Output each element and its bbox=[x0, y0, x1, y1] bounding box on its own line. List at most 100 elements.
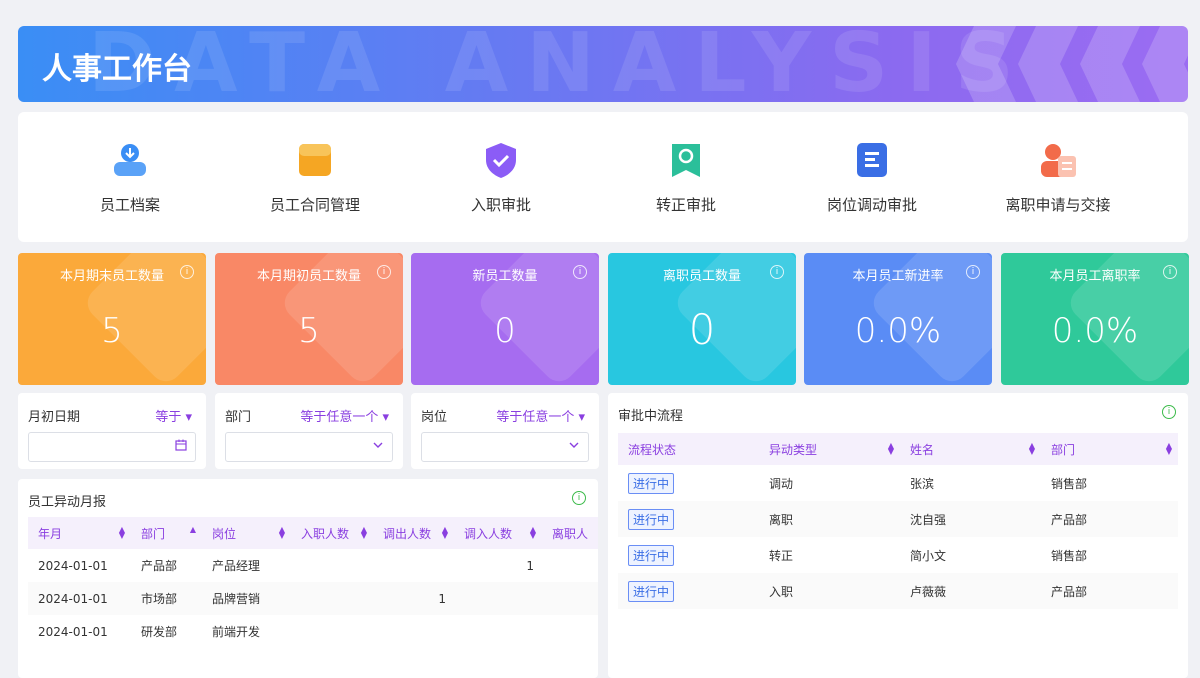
table-cell: 调动 bbox=[759, 465, 900, 501]
contract-icon bbox=[295, 140, 335, 180]
table-row[interactable]: 进行中 调动 张滨 销售部 bbox=[618, 465, 1178, 501]
table-row[interactable]: 进行中 入职 卢薇薇 产品部 bbox=[618, 573, 1178, 609]
quick-action-label: 员工档案 bbox=[99, 196, 160, 214]
page-title: 人事工作台 bbox=[42, 52, 192, 87]
info-icon[interactable]: i bbox=[573, 265, 587, 279]
quick-action-contract[interactable]: 员工合同管理 bbox=[225, 140, 405, 215]
employee-file-icon bbox=[110, 140, 150, 180]
sort-ascending-icon[interactable]: ▲ bbox=[190, 526, 196, 534]
info-icon[interactable]: i bbox=[770, 265, 784, 279]
status-badge: 进行中 bbox=[628, 508, 675, 530]
table-cell bbox=[291, 549, 373, 582]
stat-card-end-headcount: 本月期末员工数量 i 5 bbox=[18, 253, 206, 385]
stat-card-turnover-rate: 本月员工离职率 i 0.0% bbox=[1001, 253, 1189, 385]
stat-label: 新员工数量 bbox=[472, 269, 538, 284]
info-icon[interactable]: i bbox=[1162, 405, 1176, 419]
table-cell: 张滨 bbox=[900, 465, 1041, 501]
table-cell: 产品经理 bbox=[202, 549, 291, 582]
table-cell: 产品部 bbox=[1041, 501, 1178, 537]
table-cell: 进行中 bbox=[618, 465, 759, 501]
column-header[interactable]: 离职人 bbox=[542, 517, 598, 549]
position-select[interactable] bbox=[421, 432, 589, 462]
column-header[interactable]: 调出人数 ▲ ▼ bbox=[373, 517, 454, 549]
table-cell: 销售部 bbox=[1041, 465, 1178, 501]
stat-card-resigned-employees: 离职员工数量 i 0 bbox=[608, 253, 796, 385]
panel-title: 审批中流程 bbox=[618, 409, 684, 424]
table-cell: 沈自强 bbox=[900, 501, 1041, 537]
filter-operator-dropdown[interactable]: 等于任意一个 ▾ bbox=[300, 406, 389, 425]
quick-action-transfer[interactable]: 岗位调动审批 bbox=[782, 140, 962, 215]
regularization-icon bbox=[666, 140, 706, 180]
sort-icon[interactable]: ▲ ▼ bbox=[1166, 442, 1172, 456]
info-icon[interactable]: i bbox=[377, 265, 391, 279]
quick-action-resignation[interactable]: 离职申请与交接 bbox=[968, 140, 1148, 215]
stat-value: 5 bbox=[298, 311, 320, 351]
transfer-doc-icon bbox=[852, 140, 892, 180]
info-icon[interactable]: i bbox=[572, 491, 586, 505]
table-cell bbox=[454, 582, 542, 615]
quick-actions-panel: 员工档案 员工合同管理 入职审批 转正审批 岗位调动审批 离职申请与交接 bbox=[18, 112, 1188, 242]
sort-icon[interactable]: ▲ ▼ bbox=[279, 526, 285, 540]
stat-card-new-hire-rate: 本月员工新进率 i 0.0% bbox=[804, 253, 992, 385]
approval-flow-panel: 审批中流程 i 流程状态 异动类型 ▲ ▼ 姓名 ▲ ▼ 部门 ▲ ▼ 进行中 调动 张滨 … bbox=[608, 393, 1188, 678]
filter-label: 岗位 bbox=[421, 410, 448, 425]
sort-icon[interactable]: ▲ ▼ bbox=[888, 442, 894, 456]
table-cell: 产品部 bbox=[131, 549, 202, 582]
filter-operator-dropdown[interactable]: 等于任意一个 ▾ bbox=[496, 406, 585, 425]
table-cell: 进行中 bbox=[618, 501, 759, 537]
column-header[interactable]: 岗位 ▲ ▼ bbox=[202, 517, 291, 549]
panel-title: 员工异动月报 bbox=[28, 495, 107, 510]
monthly-report-panel: 员工异动月报 i 年月 ▲ ▼ 部门 ▲ 岗位 ▲ ▼ 入职人数 ▲ ▼ 调出人数 ▲ ▼ 调入人… bbox=[18, 479, 598, 678]
column-header[interactable]: 年月 ▲ ▼ bbox=[28, 517, 131, 549]
filter-operator-dropdown[interactable]: 等于 ▾ bbox=[155, 406, 192, 425]
stat-label: 本月期末员工数量 bbox=[59, 269, 164, 284]
table-cell: 前端开发 bbox=[202, 615, 291, 648]
info-icon[interactable]: i bbox=[966, 265, 980, 279]
table-cell: 销售部 bbox=[1041, 537, 1178, 573]
quick-action-regularization[interactable]: 转正审批 bbox=[596, 140, 776, 215]
column-header[interactable]: 部门 ▲ bbox=[131, 517, 202, 549]
date-input[interactable] bbox=[28, 432, 196, 462]
filter-label: 部门 bbox=[225, 410, 252, 425]
sort-icon[interactable]: ▲ ▼ bbox=[361, 526, 367, 540]
info-icon[interactable]: i bbox=[1163, 265, 1177, 279]
stat-label: 本月员工新进率 bbox=[852, 269, 944, 284]
column-header[interactable]: 调入人数 ▲ ▼ bbox=[454, 517, 542, 549]
chevron-down-icon bbox=[372, 439, 384, 455]
stat-card-new-employees: 新员工数量 i 0 bbox=[411, 253, 599, 385]
table-row[interactable]: 2024-01-01 产品部 产品经理 1 bbox=[28, 549, 598, 582]
filter-label: 月初日期 bbox=[28, 410, 81, 425]
column-header[interactable]: 异动类型 ▲ ▼ bbox=[759, 433, 900, 465]
stat-label: 本月期初员工数量 bbox=[256, 269, 361, 284]
sort-icon[interactable]: ▲ ▼ bbox=[119, 526, 125, 540]
table-cell: 离职 bbox=[759, 501, 900, 537]
filter-month-start-date: 月初日期 等于 ▾ bbox=[18, 393, 206, 469]
sort-icon[interactable]: ▲ ▼ bbox=[530, 526, 536, 540]
table-cell: 产品部 bbox=[1041, 573, 1178, 609]
quick-action-employee-file[interactable]: 员工档案 bbox=[40, 140, 220, 215]
table-row[interactable]: 进行中 转正 简小文 销售部 bbox=[618, 537, 1178, 573]
department-select[interactable] bbox=[225, 432, 393, 462]
quick-action-onboarding[interactable]: 入职审批 bbox=[411, 140, 591, 215]
column-header[interactable]: 姓名 ▲ ▼ bbox=[900, 433, 1041, 465]
sort-icon[interactable]: ▲ ▼ bbox=[1029, 442, 1035, 456]
column-header[interactable]: 流程状态 bbox=[618, 433, 759, 465]
banner-bg-text: DATA ANALYSIS bbox=[88, 26, 1032, 102]
stat-label: 离职员工数量 bbox=[662, 269, 741, 284]
stat-value: 0.0% bbox=[1051, 311, 1139, 351]
quick-action-label: 员工合同管理 bbox=[269, 196, 360, 214]
info-icon[interactable]: i bbox=[180, 265, 194, 279]
table-cell: 2024-01-01 bbox=[28, 582, 131, 615]
column-header[interactable]: 入职人数 ▲ ▼ bbox=[291, 517, 373, 549]
stat-card-start-headcount: 本月期初员工数量 i 5 bbox=[215, 253, 403, 385]
table-row[interactable]: 进行中 离职 沈自强 产品部 bbox=[618, 501, 1178, 537]
table-cell bbox=[542, 582, 598, 615]
table-row[interactable]: 2024-01-01 研发部 前端开发 bbox=[28, 615, 598, 648]
column-header[interactable]: 部门 ▲ ▼ bbox=[1041, 433, 1178, 465]
resignation-icon bbox=[1038, 140, 1078, 180]
table-row[interactable]: 2024-01-01 市场部 品牌营销 1 bbox=[28, 582, 598, 615]
calendar-icon[interactable] bbox=[175, 439, 187, 455]
table-cell: 2024-01-01 bbox=[28, 615, 131, 648]
sort-icon[interactable]: ▲ ▼ bbox=[442, 526, 448, 540]
table-cell: 市场部 bbox=[131, 582, 202, 615]
